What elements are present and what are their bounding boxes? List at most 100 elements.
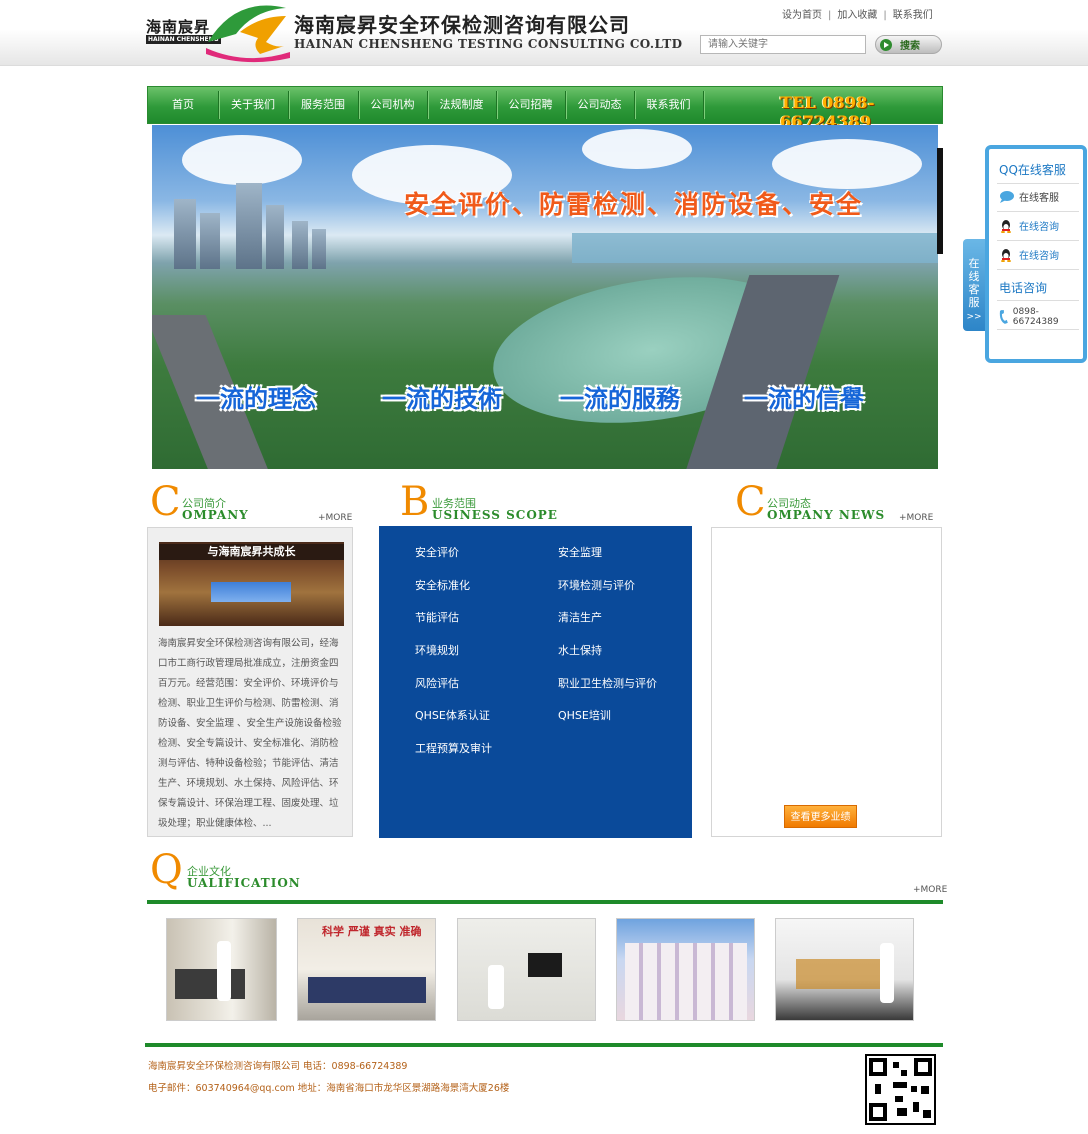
- qualification-photo[interactable]: [166, 918, 277, 1021]
- company-name-en: HAINAN CHENSHENG TESTING CONSULTING CO.L…: [294, 37, 683, 51]
- qr-code[interactable]: [865, 1054, 936, 1125]
- online-service-panel: QQ在线客服 在线客服 在线咨询 在线咨询 电话咨询 0898-66724389: [985, 145, 1087, 363]
- photo-monitor: [528, 953, 562, 977]
- nav-item-news[interactable]: 公司动态: [565, 87, 634, 123]
- footer-address: 电子邮件：603740964@qq.com 地址：海南省海口市龙华区景湖路海景湾…: [148, 1083, 510, 1094]
- section-title-en: USINESS SCOPE: [432, 508, 558, 522]
- banner-slogan: 一流的信譽: [744, 385, 864, 413]
- nav-item-organization[interactable]: 公司机构: [358, 87, 427, 123]
- qualification-photo[interactable]: [616, 918, 755, 1021]
- photo-bench: [175, 969, 245, 999]
- qq-consult-link[interactable]: 在线咨询: [999, 218, 1059, 233]
- scope-item[interactable]: 职业卫生检测与评价: [558, 675, 657, 691]
- photo-group: [625, 943, 747, 1020]
- service-divider: [997, 269, 1079, 270]
- qualification-photo[interactable]: [775, 918, 914, 1021]
- arrow-icon: [880, 38, 892, 51]
- logo-swoosh-icon: [206, 5, 290, 63]
- scope-section-header: B 业务范围 USINESS SCOPE: [400, 480, 680, 528]
- scope-item[interactable]: 安全标准化: [415, 577, 470, 593]
- hero-banner: 安全评价、防雷检测、消防设备、安全 一流的理念 一流的技術 一流的服務 一流的信…: [152, 125, 938, 469]
- nav-item-services[interactable]: 服务范围: [288, 87, 358, 123]
- company-more-link[interactable]: +MORE: [318, 513, 352, 523]
- banner-building: [236, 183, 262, 269]
- contact-us-link[interactable]: 联系我们: [893, 10, 933, 21]
- banner-building: [266, 205, 284, 269]
- add-favorite-link[interactable]: 加入收藏: [837, 10, 877, 21]
- scope-item[interactable]: 环境检测与评价: [558, 577, 635, 593]
- banner-cloud: [582, 129, 692, 169]
- header-band: 海南宸昇 HAINAN CHENSHENG 海南宸昇安全环保检测咨询有限公司 H…: [0, 0, 1088, 66]
- footer-divider: [145, 1043, 943, 1047]
- section-title-en: UALIFICATION: [187, 876, 301, 890]
- nav-item-about[interactable]: 关于我们: [218, 87, 288, 123]
- view-more-results-button[interactable]: 查看更多业绩: [784, 805, 857, 828]
- business-scope-box: 安全评价 安全标准化 节能评估 环境规划 风险评估 QHSE体系认证 工程预算及…: [379, 526, 692, 838]
- scope-item[interactable]: 节能评估: [415, 609, 459, 625]
- photo-screen: [211, 582, 291, 602]
- qq-consult-link[interactable]: 在线咨询: [999, 247, 1059, 262]
- section-title-en: OMPANY: [182, 508, 249, 522]
- logo[interactable]: 海南宸昇 HAINAN CHENSHENG: [146, 2, 290, 63]
- news-more-link[interactable]: +MORE: [899, 513, 933, 523]
- company-photo[interactable]: 与海南宸昇共成长: [159, 542, 344, 626]
- scope-item[interactable]: 清洁生产: [558, 609, 602, 625]
- company-intro-text: 海南宸昇安全环保检测咨询有限公司，经海口市工商行政管理局批准成立，注册资金四百万…: [158, 638, 342, 829]
- section-letter: B: [400, 479, 430, 525]
- photo-person: [880, 943, 894, 1003]
- online-service-link[interactable]: 在线客服: [999, 189, 1059, 204]
- search-button[interactable]: 搜索: [875, 35, 942, 54]
- section-letter: C: [150, 479, 181, 525]
- search-button-label: 搜索: [900, 41, 920, 52]
- scope-item[interactable]: QHSE体系认证: [415, 707, 490, 723]
- section-title-en: OMPANY NEWS: [767, 508, 886, 522]
- phone-icon: [999, 310, 1008, 324]
- scope-item[interactable]: 工程预算及审计: [415, 740, 492, 756]
- company-news-box: 查看更多业绩: [711, 527, 942, 837]
- footer-contact: 海南宸昇安全环保检测咨询有限公司 电话：0898-66724389: [148, 1061, 408, 1072]
- top-links: 设为首页 | 加入收藏 | 联系我们: [782, 6, 933, 21]
- main-nav: 首页 关于我们 服务范围 公司机构 法规制度 公司招聘 公司动态 联系我们 TE…: [147, 86, 943, 131]
- online-service-tab[interactable]: 在线客服 >>: [963, 239, 985, 331]
- banner-sea: [572, 233, 938, 263]
- search-input[interactable]: [700, 35, 866, 54]
- nav-item-regulations[interactable]: 法规制度: [427, 87, 496, 123]
- banner-slogan: 一流的技術: [382, 385, 502, 413]
- banner-slogan: 一流的服務: [560, 385, 680, 413]
- service-divider: [997, 329, 1079, 330]
- photo-bench: [308, 977, 426, 1003]
- banner-cloud: [772, 139, 922, 189]
- company-name-cn: 海南宸昇安全环保检测咨询有限公司: [294, 13, 630, 37]
- service-tab-label: 在线客服: [968, 257, 980, 309]
- service-tab-arrow: >>: [966, 312, 982, 322]
- qualification-photo[interactable]: 科学 严谨 真实 准确: [297, 918, 436, 1021]
- qualification-photo[interactable]: [457, 918, 596, 1021]
- scope-item[interactable]: QHSE培训: [558, 707, 611, 723]
- qualification-more-link[interactable]: +MORE: [913, 885, 947, 895]
- nav-item-contact[interactable]: 联系我们: [634, 87, 703, 123]
- section-letter: C: [735, 479, 766, 525]
- banner-building: [312, 229, 326, 269]
- service-divider: [997, 211, 1079, 212]
- qq-penguin-icon: [1001, 248, 1011, 262]
- lab-banner-text: 科学 严谨 真实 准确: [322, 925, 422, 938]
- photo-person: [488, 965, 504, 1009]
- nav-item-jobs[interactable]: 公司招聘: [496, 87, 565, 123]
- logo-text: 海南宸昇: [146, 18, 211, 36]
- scope-item[interactable]: 环境规划: [415, 642, 459, 658]
- service-divider: [997, 300, 1079, 301]
- set-homepage-link[interactable]: 设为首页: [782, 10, 822, 21]
- scope-item[interactable]: 水土保持: [558, 642, 602, 658]
- qq-service-title: QQ在线客服: [999, 163, 1066, 177]
- scope-item[interactable]: 风险评估: [415, 675, 459, 691]
- scope-item[interactable]: 安全评价: [415, 544, 459, 560]
- banner-slogan: 一流的理念: [196, 385, 316, 413]
- banner-building: [200, 213, 220, 269]
- service-item-label: 在线咨询: [1019, 222, 1059, 233]
- scope-item[interactable]: 安全监理: [558, 544, 602, 560]
- photo-sign: 与海南宸昇共成长: [159, 544, 344, 560]
- photo-person: [217, 941, 231, 1001]
- company-intro-box: 与海南宸昇共成长 海南宸昇安全环保检测咨询有限公司，经海口市工商行政管理局批准成…: [147, 527, 353, 837]
- service-phone: 0898-66724389: [999, 307, 1083, 327]
- nav-item-home[interactable]: 首页: [148, 87, 218, 123]
